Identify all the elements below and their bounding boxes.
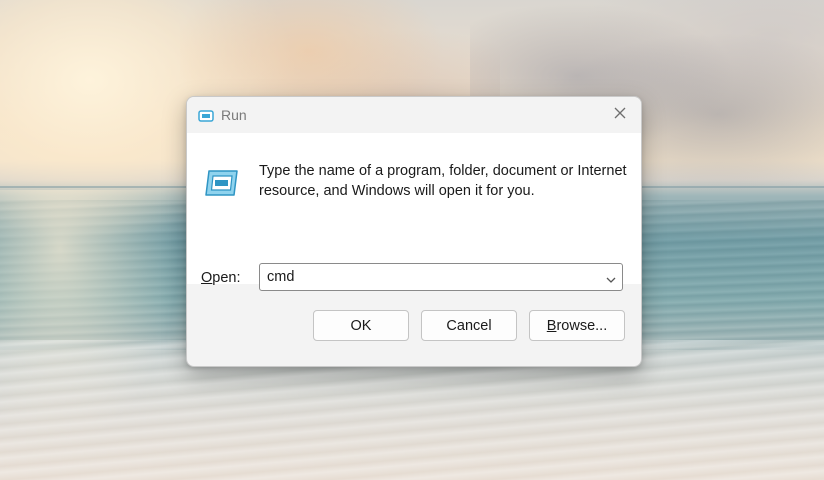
open-label: Open: [201,270,241,286]
browse-rest: rowse... [556,317,608,334]
browse-mnemonic: B [546,317,557,334]
run-icon [204,169,240,197]
browse-button[interactable]: Browse... [529,310,625,341]
open-label-rest: pen: [212,270,241,286]
close-icon [614,106,626,124]
title-bar[interactable]: Run [187,97,641,133]
dialog-title: Run [221,107,247,123]
open-label-mnemonic: O [201,270,213,286]
cancel-button[interactable]: Cancel [421,310,517,341]
run-icon [198,109,214,122]
dialog-content: Type the name of a program, folder, docu… [187,133,641,291]
open-combobox[interactable]: cmd [259,263,623,291]
chevron-down-icon[interactable] [605,272,617,283]
run-dialog: Run Type the name of a program, folder, … [186,96,642,367]
open-input[interactable]: cmd [267,269,294,285]
ok-button[interactable]: OK [313,310,409,341]
close-button[interactable] [605,103,635,127]
description-text: Type the name of a program, folder, docu… [259,163,627,199]
